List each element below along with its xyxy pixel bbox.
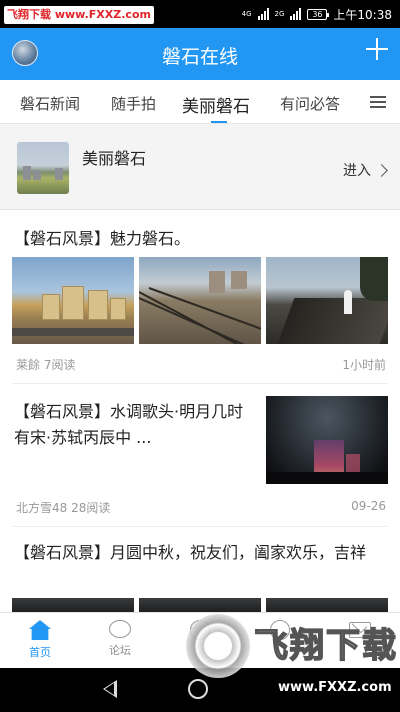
article-author: 北方雪48 28阅读	[16, 499, 110, 516]
watermark-top: 飞翔下载 www.FXXZ.com	[4, 6, 154, 24]
signal-icon-2	[290, 8, 302, 20]
app-bar: 磐石在线	[0, 28, 400, 80]
divider	[12, 383, 388, 384]
article-title[interactable]: 【磐石风景】月圆中秋，祝友们，阖家欢乐，吉祥	[14, 540, 390, 566]
article-photo[interactable]	[266, 257, 388, 344]
nav-forum-label: 论坛	[109, 644, 131, 657]
status-bar: 飞翔下载 www.FXXZ.com 4G 2G 36 上午10:38	[0, 0, 400, 28]
watermark-logo-icon	[186, 614, 250, 678]
nav-home-label: 首页	[29, 646, 51, 659]
enter-link[interactable]: 进入	[343, 160, 388, 180]
tab-qa[interactable]: 有问必答	[280, 93, 340, 114]
plus-icon[interactable]	[364, 36, 390, 62]
author-name: 莱餘	[16, 358, 41, 372]
section-title: 美丽磐石	[82, 149, 147, 168]
network-type-4g: 4G	[241, 9, 252, 18]
section-thumbnail	[17, 142, 69, 194]
chevron-right-icon	[375, 163, 388, 177]
article-time: 1小时前	[342, 358, 386, 372]
watermark-bottom: 飞翔下载 www.FXXZ.com	[186, 612, 400, 702]
signal-icon	[257, 8, 269, 20]
chat-bubble-icon	[109, 620, 131, 638]
article-photo[interactable]	[12, 598, 134, 612]
menu-icon[interactable]	[370, 96, 386, 108]
active-tab-indicator	[211, 121, 227, 123]
watermark-text: 飞翔下载	[253, 625, 398, 667]
article-title[interactable]: 【磐石风景】水调歌头·明月几时有宋·苏轼丙辰中 ...	[14, 399, 252, 451]
watermark-url: www.FXXZ.com	[274, 680, 396, 695]
article-photo[interactable]	[139, 598, 261, 612]
enter-label: 进入	[343, 163, 371, 179]
status-icons: 4G 2G 36 上午10:38	[242, 5, 392, 23]
tab-panshi-news[interactable]: 磐石新闻	[20, 93, 80, 114]
tab-beautiful-panshi[interactable]: 美丽磐石	[182, 92, 250, 117]
home-icon	[29, 620, 51, 640]
article-photo[interactable]	[12, 257, 134, 344]
network-type-2g: 2G	[274, 9, 285, 18]
article-time: 09-26	[351, 499, 386, 513]
section-banner[interactable]: 美丽磐石 进入	[0, 124, 400, 210]
read-count: 7阅读	[43, 358, 76, 372]
battery-icon: 36	[307, 8, 330, 20]
article-photo[interactable]	[266, 396, 388, 484]
article-photo[interactable]	[139, 257, 261, 344]
clock: 上午10:38	[333, 7, 392, 22]
tab-snapshot[interactable]: 随手拍	[111, 93, 156, 114]
feed: 美丽磐石 进入 【磐石风景】魅力磐石。 莱餘 7阅读 1小时前 【磐石风景】水调…	[0, 124, 400, 612]
nav-home[interactable]: 首页	[10, 620, 70, 660]
back-icon[interactable]	[103, 680, 117, 698]
category-tabs: 磐石新闻 随手拍 美丽磐石 有问必答	[0, 80, 400, 124]
author-name: 北方雪48	[16, 501, 68, 515]
nav-forum[interactable]: 论坛	[90, 620, 150, 658]
app-title: 磐石在线	[161, 46, 238, 68]
article-photo[interactable]	[266, 598, 388, 612]
read-count: 28阅读	[71, 501, 111, 515]
article-title[interactable]: 【磐石风景】魅力磐石。	[14, 225, 190, 249]
divider	[12, 526, 388, 527]
article-author: 莱餘 7阅读	[16, 356, 75, 373]
article-images[interactable]	[12, 257, 388, 344]
